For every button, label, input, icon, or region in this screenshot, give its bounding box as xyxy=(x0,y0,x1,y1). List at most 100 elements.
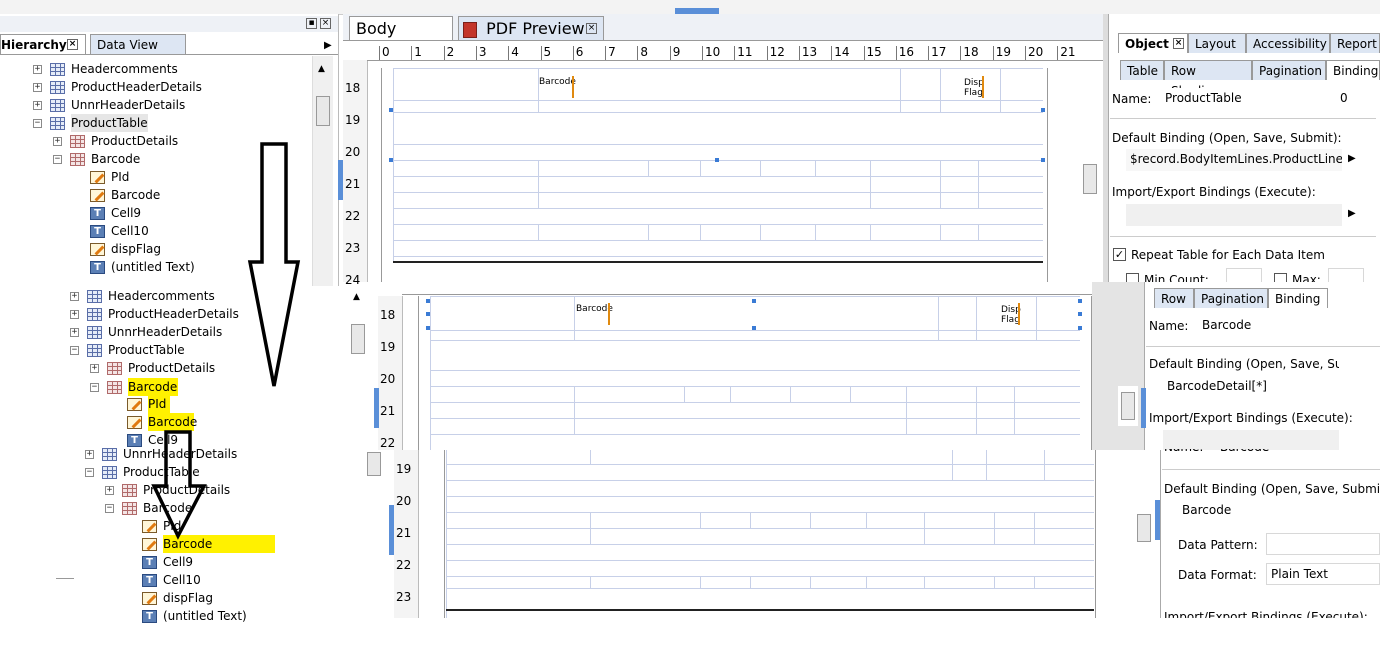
selection-handle[interactable] xyxy=(1041,158,1045,162)
tab-close-icon[interactable]: × xyxy=(67,39,78,50)
expand-toggle-icon[interactable]: − xyxy=(85,468,94,477)
expand-toggle-icon[interactable]: − xyxy=(105,504,114,513)
tab-close-icon[interactable]: × xyxy=(586,23,597,34)
expand-toggle-icon[interactable]: + xyxy=(70,292,79,301)
scroll-up-icon[interactable]: ▲ xyxy=(318,64,325,74)
import-export-field[interactable] xyxy=(1126,204,1342,226)
tree-item-label[interactable]: ProductTable xyxy=(108,341,185,359)
tree-item-label[interactable]: Cell10 xyxy=(111,222,149,240)
binding-menu-icon[interactable]: ▶ xyxy=(1348,153,1356,164)
data-format-field[interactable]: Plain Text xyxy=(1266,563,1380,585)
cell-barcode-top[interactable]: Barcode xyxy=(539,77,576,87)
name-field[interactable]: ProductTable xyxy=(1161,88,1331,110)
tree-item-label[interactable]: UnnrHeaderDetails xyxy=(108,323,222,341)
tab-layout[interactable]: Layout xyxy=(1188,33,1246,53)
expand-toggle-icon[interactable]: + xyxy=(105,486,114,495)
subtab-row[interactable]: Row xyxy=(1154,288,1194,308)
cell-disp-top[interactable]: Disp xyxy=(964,78,984,88)
cell-flag-top[interactable]: Flag xyxy=(964,88,983,98)
selection-handle[interactable] xyxy=(426,312,430,316)
scroll-thumb[interactable] xyxy=(1121,392,1135,420)
tree-item-label[interactable]: dispFlag xyxy=(163,589,213,607)
tab-pdf-preview[interactable]: PDF Preview × xyxy=(458,16,604,40)
name-extra-field[interactable]: 0 xyxy=(1336,88,1376,110)
expand-toggle-icon[interactable]: + xyxy=(90,364,99,373)
expand-toggle-icon[interactable]: − xyxy=(53,155,62,164)
tree-item-label[interactable]: Cell9 xyxy=(163,553,193,571)
selection-handle[interactable] xyxy=(1041,108,1045,112)
tree-item-label[interactable]: ProductHeaderDetails xyxy=(108,305,239,323)
selection-handle[interactable] xyxy=(752,326,756,330)
tree-item-label[interactable]: Barcode xyxy=(128,378,178,396)
selection-handle[interactable] xyxy=(1078,312,1082,316)
expand-toggle-icon[interactable]: + xyxy=(70,310,79,319)
tab-object[interactable]: Object × xyxy=(1118,33,1188,53)
selection-handle[interactable] xyxy=(1078,326,1082,330)
tab-accessibility[interactable]: Accessibility xyxy=(1246,33,1330,53)
repeat-checkbox[interactable]: ✓ xyxy=(1113,248,1126,261)
panel-close-icon[interactable]: × xyxy=(320,18,331,29)
tree-item-label[interactable]: Barcode xyxy=(91,150,140,168)
scroll-thumb[interactable] xyxy=(1083,164,1097,194)
tree-item-label[interactable]: ProductDetails xyxy=(128,359,215,377)
subtab-pagination-mid[interactable]: Pagination xyxy=(1194,288,1268,308)
subtab-pagination[interactable]: Pagination xyxy=(1252,60,1326,80)
tree-item-label[interactable]: Cell10 xyxy=(163,571,201,589)
scroll-thumb[interactable] xyxy=(351,324,365,354)
expand-toggle-icon[interactable]: + xyxy=(85,450,94,459)
bottom-canvas-scrollbar[interactable] xyxy=(1134,508,1154,548)
expand-toggle-icon[interactable]: + xyxy=(53,137,62,146)
panel-minimize-icon[interactable]: ▪ xyxy=(306,18,317,29)
tree-item-label[interactable]: (untitled Text) xyxy=(163,607,247,625)
subtab-table[interactable]: Table xyxy=(1120,60,1164,80)
object-scrollbar[interactable] xyxy=(1080,150,1100,220)
import-export-menu-icon[interactable]: ▶ xyxy=(1348,208,1356,219)
scroll-thumb[interactable] xyxy=(1137,514,1151,542)
selection-handle[interactable] xyxy=(426,299,430,303)
tree-item-label[interactable]: PId xyxy=(111,168,129,186)
tree-scrollbar[interactable]: ▲ xyxy=(312,56,333,286)
scroll-thumb[interactable] xyxy=(316,96,330,126)
tab-hierarchy[interactable]: Hierarchy × xyxy=(0,34,86,54)
tree-item-label[interactable]: ProductTable xyxy=(71,114,148,132)
tree-item-label[interactable]: UnnrHeaderDetails xyxy=(71,96,185,114)
subtab-row-shading[interactable]: Row Shading xyxy=(1164,60,1252,98)
expand-toggle-icon[interactable]: − xyxy=(70,346,79,355)
data-pattern-field[interactable] xyxy=(1266,533,1380,555)
bottom-object-splitter[interactable] xyxy=(1155,500,1160,540)
expand-toggle-icon[interactable]: + xyxy=(33,101,42,110)
tree-item-label[interactable]: Headercomments xyxy=(108,287,215,305)
expand-toggle-icon[interactable]: + xyxy=(33,65,42,74)
tree-item-label[interactable]: ProductDetails xyxy=(91,132,178,150)
bottom-tree-scrollbar[interactable] xyxy=(364,450,384,490)
selection-handle[interactable] xyxy=(426,326,430,330)
selection-handle[interactable] xyxy=(1078,299,1082,303)
selection-handle[interactable] xyxy=(715,158,719,162)
bottom-left-splitter[interactable] xyxy=(389,505,394,555)
mid-canvas-scrollbar[interactable] xyxy=(1118,386,1138,426)
scroll-up-icon[interactable]: ▲ xyxy=(353,292,360,302)
mid-left-splitter[interactable] xyxy=(374,388,379,428)
expand-toggle-icon[interactable]: − xyxy=(90,383,99,392)
tree-item-label[interactable]: dispFlag xyxy=(111,240,161,258)
selection-handle[interactable] xyxy=(752,299,756,303)
expand-toggle-icon[interactable]: + xyxy=(33,83,42,92)
mid-name-field[interactable]: Barcode xyxy=(1198,315,1340,337)
tree-item-label[interactable]: (untitled Text) xyxy=(111,258,195,276)
selection-handle[interactable] xyxy=(389,158,393,162)
tree-item-label[interactable]: Barcode xyxy=(111,186,160,204)
tree-item-label[interactable]: Headercomments xyxy=(71,60,178,78)
mid-default-binding-field[interactable]: BarcodeDetail[*] xyxy=(1163,376,1295,398)
expand-toggle-icon[interactable]: − xyxy=(33,119,42,128)
tab-data-view[interactable]: Data View xyxy=(90,34,186,54)
tree-item-label[interactable]: PId xyxy=(148,395,170,413)
tab-body-pages[interactable]: Body Pages xyxy=(349,16,453,62)
tab-report[interactable]: Report xyxy=(1330,33,1380,53)
panel-overflow-icon[interactable]: ▶ xyxy=(324,40,332,51)
bottom-default-binding-field[interactable]: Barcode xyxy=(1178,500,1252,522)
subtab-binding[interactable]: Binding xyxy=(1326,60,1380,80)
default-binding-field[interactable]: $record.BodyItemLines.ProductLines[ xyxy=(1126,149,1342,171)
selection-handle[interactable] xyxy=(389,108,393,112)
tree-item-label[interactable]: ProductHeaderDetails xyxy=(71,78,202,96)
scroll-thumb[interactable] xyxy=(367,452,381,476)
